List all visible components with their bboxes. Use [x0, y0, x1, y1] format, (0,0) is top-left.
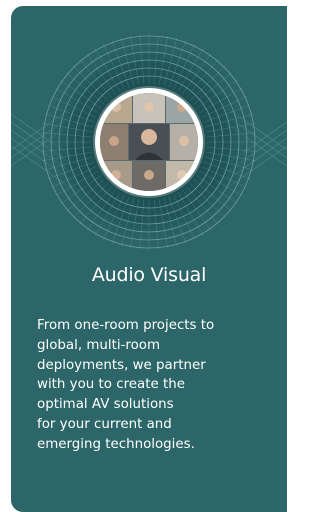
card-description: From one-room projects to global, multi-… [37, 316, 277, 455]
image-frame [95, 88, 203, 196]
card-description-line: for your current and [37, 416, 172, 432]
video-conference-photo [100, 93, 198, 191]
card-description-line: deployments, we partner [37, 357, 206, 373]
card-description-line: optimal AV solutions [37, 397, 174, 413]
card-description-line: emerging technologies. [37, 436, 195, 452]
service-card-audio-visual[interactable]: Audio Visual From one-room projects to g… [11, 6, 287, 512]
card-description-line: global, multi-room [37, 337, 161, 353]
card-description-line: From one-room projects to [37, 318, 215, 333]
card-title: Audio Visual [91, 264, 207, 286]
card-description-line: with you to create the [37, 377, 185, 393]
